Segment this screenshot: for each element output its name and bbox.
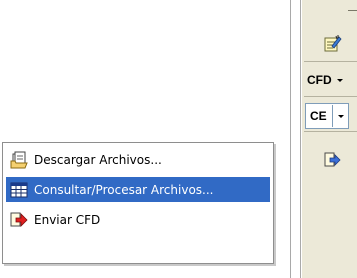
menu-item-enviar-cfd[interactable]: Enviar CFD: [6, 207, 270, 232]
send-button[interactable]: [319, 149, 345, 173]
send-arrow-icon: [323, 151, 341, 172]
toolbar-separator: [304, 61, 357, 62]
chevron-down-icon: [337, 114, 344, 118]
context-menu: Descargar Archivos... Consultar/Procesar…: [2, 142, 274, 264]
ce-dropdown-button[interactable]: CE: [305, 103, 349, 129]
send-arrow-icon: [10, 211, 28, 229]
toolbar-separator: [304, 131, 357, 132]
menu-item-label: Descargar Archivos...: [34, 152, 162, 167]
download-files-icon: [10, 151, 28, 169]
menu-item-consultar-procesar-archivos[interactable]: Consultar/Procesar Archivos...: [6, 177, 270, 202]
split-divider: [331, 105, 333, 127]
menu-item-descargar-archivos[interactable]: Descargar Archivos...: [6, 147, 270, 172]
edit-document-icon: [322, 34, 342, 57]
cfd-dropdown-button[interactable]: CFD: [307, 68, 343, 92]
toolbar-separator: [304, 96, 357, 97]
table-grid-icon: [10, 181, 28, 199]
chevron-down-icon: [336, 78, 343, 82]
edit-document-button[interactable]: [319, 33, 345, 57]
panel-divider: [290, 0, 291, 278]
toolbar-edge: [348, 0, 357, 11]
menu-item-label: Enviar CFD: [34, 212, 101, 227]
menu-item-label: Consultar/Procesar Archivos...: [34, 182, 214, 197]
ce-label: CE: [310, 109, 327, 123]
cfd-label: CFD: [307, 73, 332, 87]
